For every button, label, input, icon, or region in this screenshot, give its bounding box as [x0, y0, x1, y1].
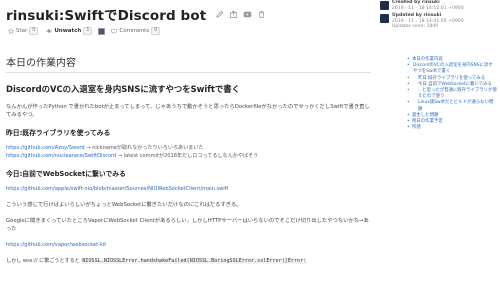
intro-paragraph: なんかんが作ったPython で書かれたbotが止まってしまって、じゃあうちで動…: [6, 104, 370, 118]
error-line: しかし wss:// に繋ごうとすると NIOSSL.NIOSSLError.h…: [6, 257, 371, 264]
title-row: rinsuki:SwiftでDiscord bot: [6, 4, 266, 24]
watcher-avatar[interactable]: [98, 27, 106, 35]
sword-note: → nicknameが取れなかったりいろいろあいまいた: [84, 145, 204, 151]
creator-avatar[interactable]: [380, 1, 389, 10]
error-prefix: しかし wss:// に繋ごうとすると: [6, 258, 82, 264]
article-heading: DiscordのVCの入退室を身内SNSに流すやつをSwiftで書く: [6, 84, 241, 94]
toc-item[interactable]: ...と思ったが普通に既存ライブラリが使えたので使う: [407, 88, 497, 100]
toc-item[interactable]: 所感: [407, 125, 497, 131]
library-heading: 昨日:既存ライブラリを使ってみる: [6, 129, 111, 137]
share-icon[interactable]: [228, 9, 238, 19]
library-line-2: https://github.com/nuclearace/SwiftDisco…: [6, 152, 371, 160]
swiftdiscord-link[interactable]: https://github.com/nuclearace/SwiftDisco…: [6, 153, 116, 159]
comments-button[interactable]: Comments 0: [109, 26, 162, 36]
websocket-kit-line: https://github.com/vapor/websocket-kit: [6, 241, 371, 249]
eye-icon: [46, 29, 53, 33]
youtube-icon[interactable]: [242, 9, 252, 19]
websocket-paragraph-1: こういう感じで行けばよいらしいがちょっとWebSocketに繋ぎたいだけなのにこ…: [6, 202, 242, 208]
title-actions: [214, 9, 266, 19]
created-date: 2019 - 11 - 18 14:12:01 +0900: [392, 5, 464, 11]
nio-link[interactable]: https://github.com/apple/swift-nio/blob/…: [6, 186, 228, 192]
star-count: 0: [29, 27, 39, 35]
comment-icon: [111, 28, 118, 34]
star-button[interactable]: Star 0: [6, 26, 40, 36]
unwatch-button[interactable]: Unwatch 1: [44, 26, 94, 36]
nio-line: https://github.com/apple/swift-nio/blob/…: [6, 185, 371, 193]
sword-link[interactable]: https://github.com/Azoy/Sword: [6, 145, 85, 151]
star-label: Star: [16, 28, 28, 34]
created-info: Created by rinsuki 2019 - 11 - 18 14:12:…: [380, 0, 498, 11]
toc-item[interactable]: DiscordのVCの入退室を身内SNSに流すやつをSwiftで書く: [407, 63, 497, 75]
section-heading: 本日の作業内容: [6, 54, 371, 73]
unwatch-label: Unwatch: [54, 28, 82, 34]
table-of-contents: 本日の作業内容 DiscordのVCの入退室を身内SNSに流すやつをSwiftで…: [407, 57, 497, 132]
meta-row: Star 0 Unwatch 1 Comments 0: [6, 26, 162, 36]
edit-icon[interactable]: [214, 9, 224, 19]
page-title: rinsuki:SwiftでDiscord bot: [6, 8, 207, 24]
main-content: 本日の作業内容 DiscordのVCの入退室を身内SNSに流すやつをSwiftで…: [6, 54, 371, 264]
updater-avatar[interactable]: [380, 14, 389, 23]
star-icon: [8, 28, 14, 34]
swiftdiscord-note: → latest commitが2018年だしロコってるしなんかやばそう: [116, 153, 259, 159]
websocket-heading: 今日:自前でWebSocketに繋いでみる: [6, 170, 126, 178]
author-info: Created by rinsuki 2019 - 11 - 18 14:12:…: [380, 0, 498, 31]
error-code: NIOSSL.NIOSSLError.handshakeFailed(NIOSS…: [81, 258, 308, 264]
websocket-paragraph-2: Googleに聞きまくっていたところVaporにWebSocket Client…: [6, 218, 369, 232]
comments-label: Comments: [119, 28, 150, 34]
trash-icon[interactable]: [256, 9, 266, 19]
websocket-kit-link[interactable]: https://github.com/vapor/websocket-kit: [6, 242, 106, 248]
comments-count: 0: [151, 27, 161, 35]
toc-item[interactable]: Linux版Swiftだとビルドが通らない問題: [407, 100, 497, 112]
watch-count: 1: [83, 27, 93, 35]
library-line-1: https://github.com/Azoy/Sword → nickname…: [6, 144, 371, 152]
views-count: Updates seen: 1840: [392, 24, 439, 29]
updated-info: Updated by rinsuki 2019 - 11 - 18 14:41:…: [380, 13, 498, 29]
